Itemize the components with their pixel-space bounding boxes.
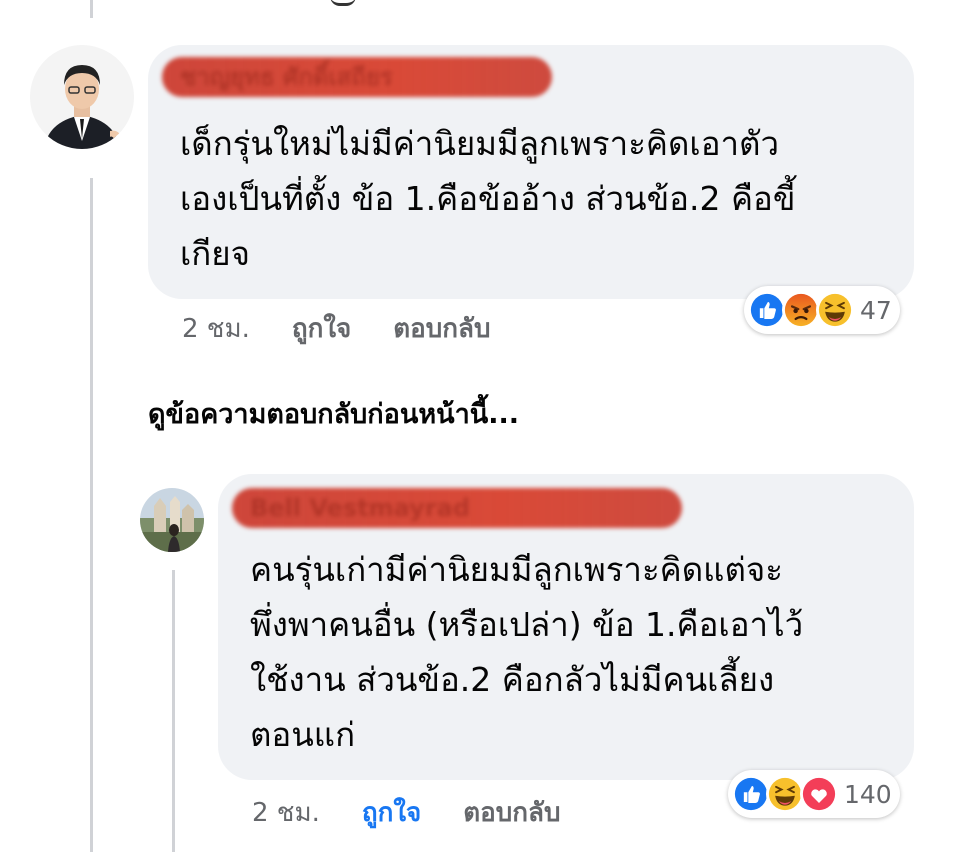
like-button[interactable]: ถูกใจ (292, 308, 351, 349)
comment-timestamp[interactable]: 2 ชม. (182, 308, 250, 349)
reply-actions: 2 ชม. ถูกใจ ตอบกลับ (252, 792, 560, 833)
reaction-count[interactable]: 47 (860, 296, 892, 325)
comment-actions: 2 ชม. ถูกใจ ตอบกลับ (182, 308, 490, 349)
like-reaction-icon (748, 291, 786, 329)
reply-reactions[interactable]: 140 (728, 770, 900, 818)
reaction-count[interactable]: 140 (844, 780, 892, 809)
haha-reaction-icon (766, 775, 804, 813)
commenter-avatar[interactable] (30, 45, 134, 149)
reply-button[interactable]: ตอบกลับ (393, 308, 490, 349)
angry-reaction-icon (782, 291, 820, 329)
love-reaction-icon (800, 775, 838, 813)
reply-author-name-redacted[interactable]: Bell Vestmayrad (232, 488, 682, 528)
reply-text-line: คนรุ่นเก่ามีค่านิยมมีลูกเพราะคิดแต่จะ (250, 550, 783, 589)
like-reaction-icon (732, 775, 770, 813)
comment-text-line: เด็กรุ่นใหม่ไม่มีค่านิยมมีลูกเพราะคิดเอา… (180, 124, 780, 163)
thread-line-reply (172, 570, 175, 852)
comment-reactions[interactable]: 47 (744, 286, 900, 334)
replier-avatar[interactable] (140, 488, 204, 552)
reply-text-line: ตอนแก่ (250, 715, 356, 754)
reply-timestamp[interactable]: 2 ชม. (252, 792, 320, 833)
comment-author-name-redacted[interactable]: ชาญยุทธ ศักดิ์เสถียร (162, 57, 552, 97)
comment-text: เด็กรุ่นใหม่ไม่มีค่านิยมมีลูกเพราะคิดเอา… (180, 116, 795, 281)
reply-text: คนรุ่นเก่ามีค่านิยมมีลูกเพราะคิดแต่จะ พึ… (250, 542, 803, 762)
person-photo-icon (30, 45, 134, 149)
thread-line-top (90, 0, 93, 18)
thread-line-main (90, 178, 93, 852)
person-photo-icon (140, 488, 204, 552)
reply-text-line: พึ่งพาคนอื่น (หรือเปล่า) ข้อ 1.คือเอาไว้ (250, 605, 804, 644)
like-button-active[interactable]: ถูกใจ (362, 792, 421, 833)
view-previous-replies-link[interactable]: ดูข้อความตอบกลับก่อนหน้านี้... (148, 392, 519, 435)
haha-reaction-icon (816, 291, 854, 329)
reply-button[interactable]: ตอบกลับ (463, 792, 560, 833)
cropped-previous-content (330, 0, 356, 6)
comment-text-line: เองเป็นที่ตั้ง ข้อ 1.คือข้ออ้าง ส่วนข้อ.… (180, 179, 796, 218)
reply-text-line: ใช้งาน ส่วนข้อ.2 คือกลัวไม่มีคนเลี้ยง (250, 660, 775, 699)
comment-text-line: เกียจ (180, 234, 250, 273)
